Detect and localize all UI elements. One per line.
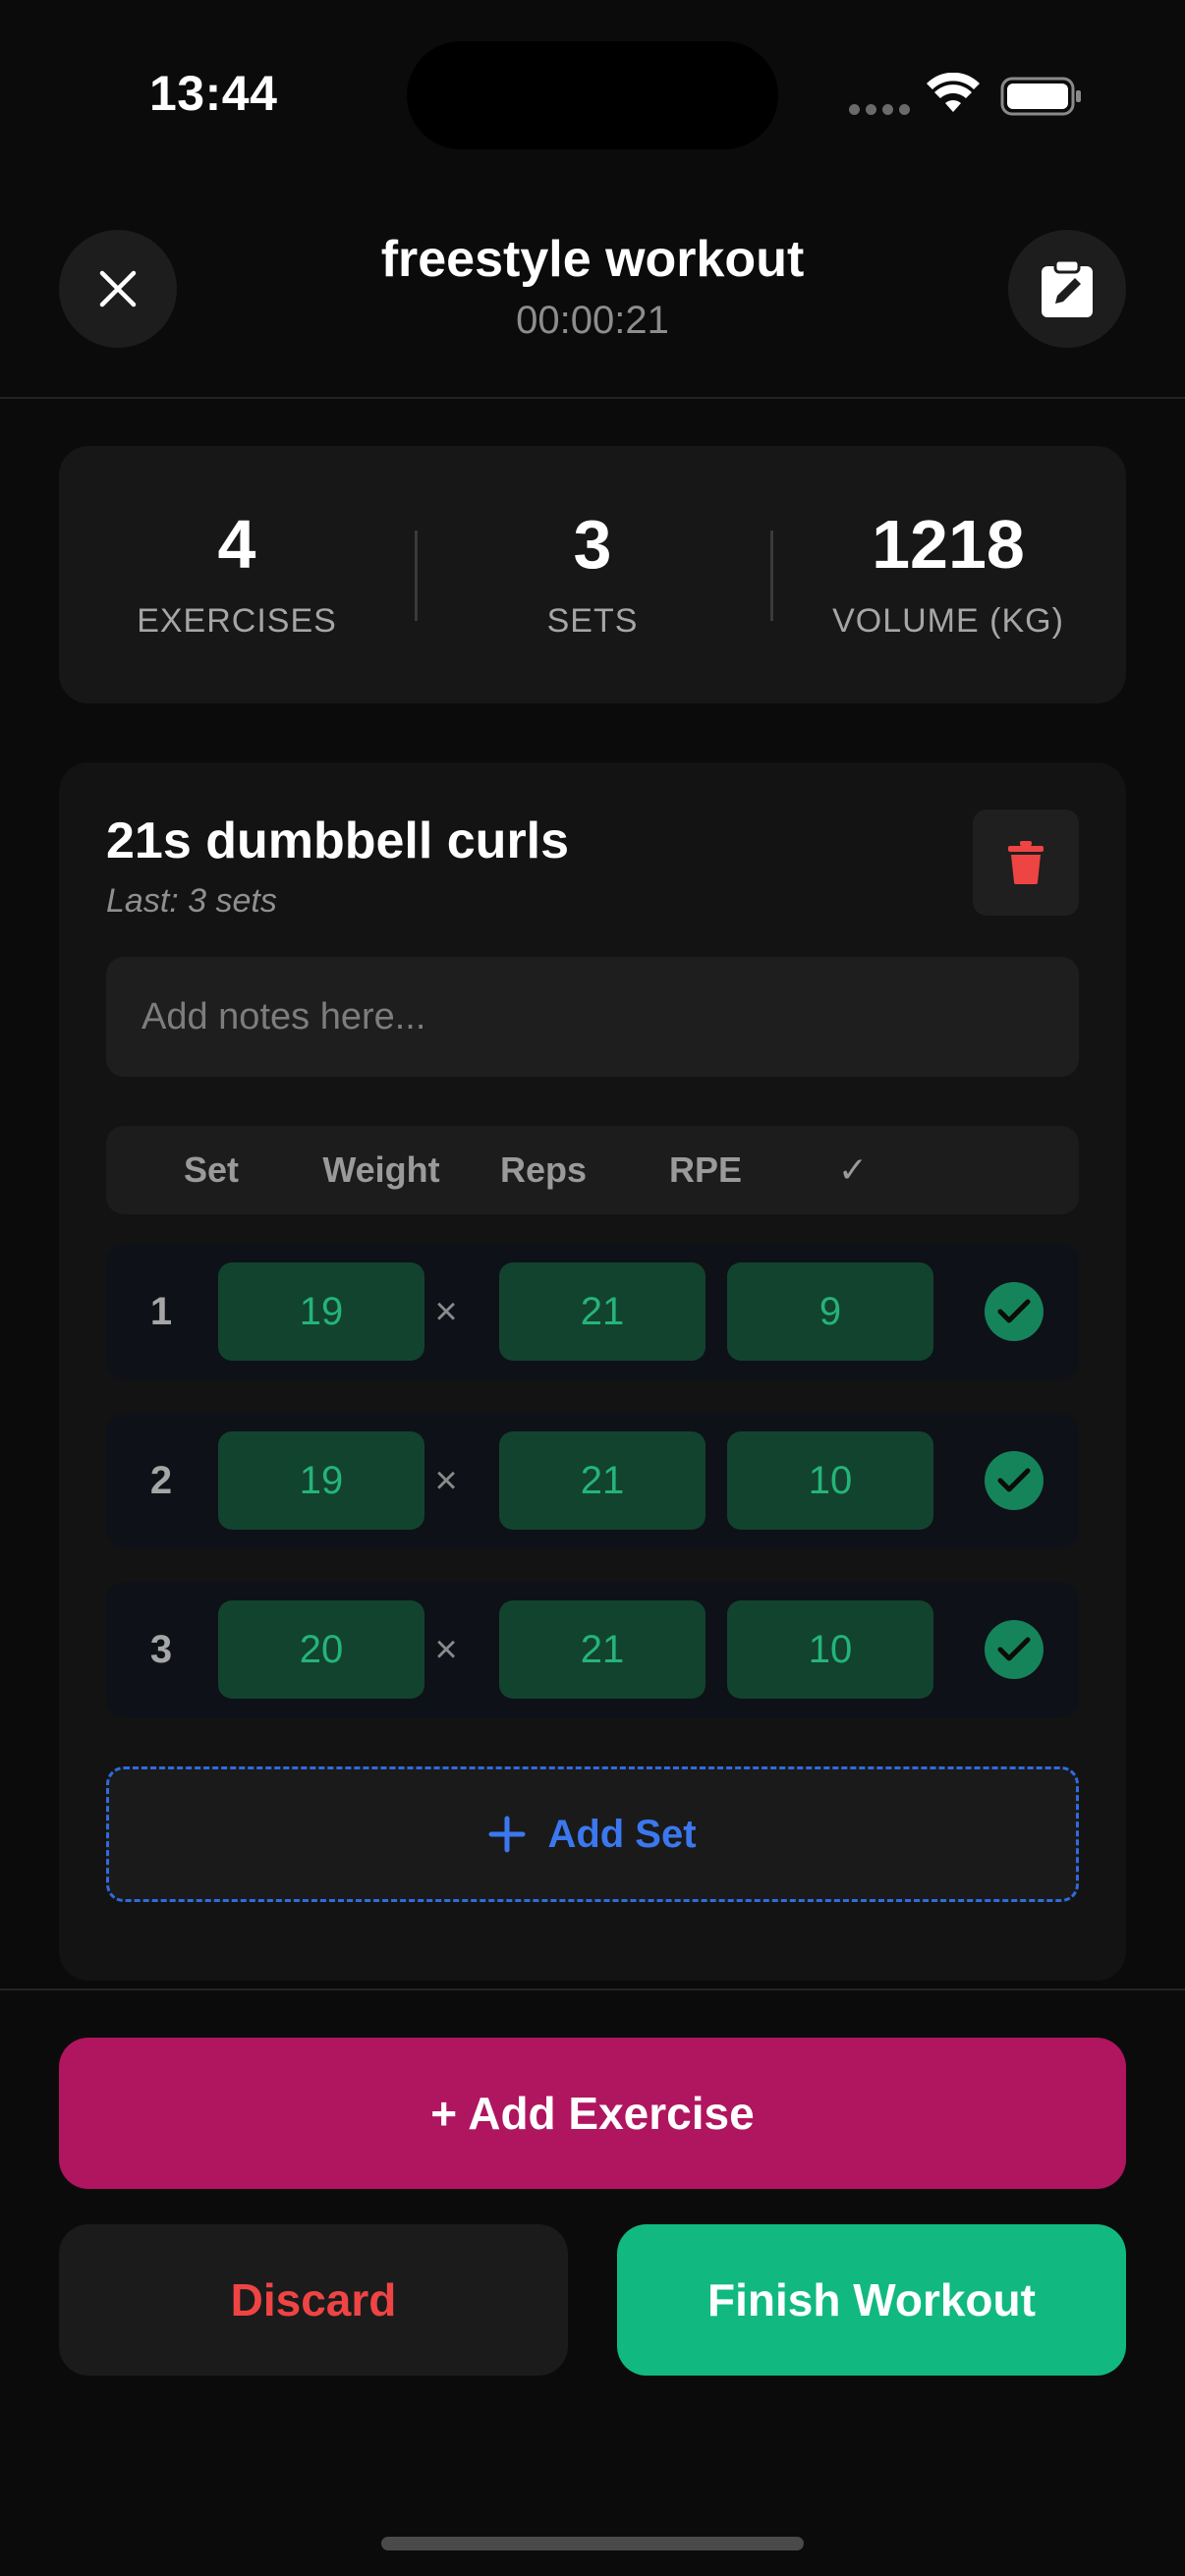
column-reps: Reps	[499, 1149, 588, 1190]
workout-header: freestyle workout 00:00:21	[0, 187, 1185, 399]
column-rpe: RPE	[668, 1149, 743, 1190]
exercise-name: 21s dumbbell curls	[106, 812, 570, 869]
trash-icon	[1008, 841, 1044, 884]
add-set-button[interactable]: Add Set	[106, 1766, 1079, 1902]
set-complete-toggle[interactable]	[985, 1451, 1044, 1510]
check-icon	[997, 1468, 1031, 1492]
check-icon	[997, 1637, 1031, 1661]
set-number: 3	[149, 1628, 173, 1671]
stat-label: EXERCISES	[137, 601, 337, 640]
times-symbol: ×	[434, 1459, 458, 1502]
edit-clipboard-icon	[1042, 258, 1093, 317]
wifi-icon	[927, 73, 980, 112]
exercise-card: 21s dumbbell curls Last: 3 sets Set Weig…	[59, 762, 1126, 1981]
stat-label: SETS	[546, 601, 639, 640]
stat-volume: 1218 VOLUME (KG)	[770, 446, 1126, 703]
discard-button[interactable]: Discard	[59, 2224, 568, 2376]
set-row: 2 19 × 21 10	[106, 1413, 1079, 1548]
set-complete-toggle[interactable]	[985, 1282, 1044, 1341]
rpe-input[interactable]: 10	[727, 1431, 933, 1530]
stat-value: 4	[217, 505, 256, 583]
rpe-input[interactable]: 10	[727, 1600, 933, 1699]
weight-input[interactable]: 20	[218, 1600, 424, 1699]
stat-label: VOLUME (KG)	[832, 601, 1064, 640]
stat-sets: 3 SETS	[415, 446, 770, 703]
exercise-notes-input[interactable]	[106, 957, 1079, 1077]
reps-input[interactable]: 21	[499, 1600, 705, 1699]
add-exercise-button[interactable]: + Add Exercise	[59, 2038, 1126, 2189]
sets-table-header: Set Weight Reps RPE ✓	[106, 1126, 1079, 1214]
set-row: 3 20 × 21 10	[106, 1582, 1079, 1717]
cellular-signal-icon	[849, 104, 910, 115]
home-indicator	[381, 2537, 804, 2550]
dynamic-island	[407, 41, 778, 149]
check-icon	[997, 1299, 1031, 1323]
times-symbol: ×	[434, 1628, 458, 1671]
status-bar: 13:44	[0, 0, 1185, 187]
finish-workout-button[interactable]: Finish Workout	[617, 2224, 1126, 2376]
status-time: 13:44	[149, 66, 278, 121]
stat-value: 3	[573, 505, 612, 583]
battery-icon	[1000, 77, 1081, 116]
reps-input[interactable]: 21	[499, 1431, 705, 1530]
exercise-last-summary: Last: 3 sets	[106, 882, 277, 920]
times-symbol: ×	[434, 1290, 458, 1333]
bottom-divider	[0, 1988, 1185, 1990]
set-number: 2	[149, 1459, 173, 1502]
stat-value: 1218	[872, 505, 1025, 583]
rpe-input[interactable]: 9	[727, 1262, 933, 1361]
add-set-label: Add Set	[547, 1812, 697, 1856]
reps-input[interactable]: 21	[499, 1262, 705, 1361]
set-number: 1	[149, 1290, 173, 1333]
column-done: ✓	[837, 1149, 869, 1190]
stat-exercises: 4 EXERCISES	[59, 446, 415, 703]
weight-input[interactable]: 19	[218, 1262, 424, 1361]
workout-stats: 4 EXERCISES 3 SETS 1218 VOLUME (KG)	[59, 446, 1126, 703]
plus-icon	[488, 1816, 526, 1853]
set-row: 1 19 × 21 9	[106, 1244, 1079, 1379]
column-set: Set	[183, 1149, 240, 1190]
weight-input[interactable]: 19	[218, 1431, 424, 1530]
workout-title: freestyle workout	[380, 231, 805, 288]
workout-timer: 00:00:21	[516, 299, 669, 342]
set-complete-toggle[interactable]	[985, 1620, 1044, 1679]
edit-workout-button[interactable]	[1008, 230, 1126, 348]
delete-exercise-button[interactable]	[973, 810, 1079, 916]
column-weight: Weight	[322, 1149, 440, 1190]
